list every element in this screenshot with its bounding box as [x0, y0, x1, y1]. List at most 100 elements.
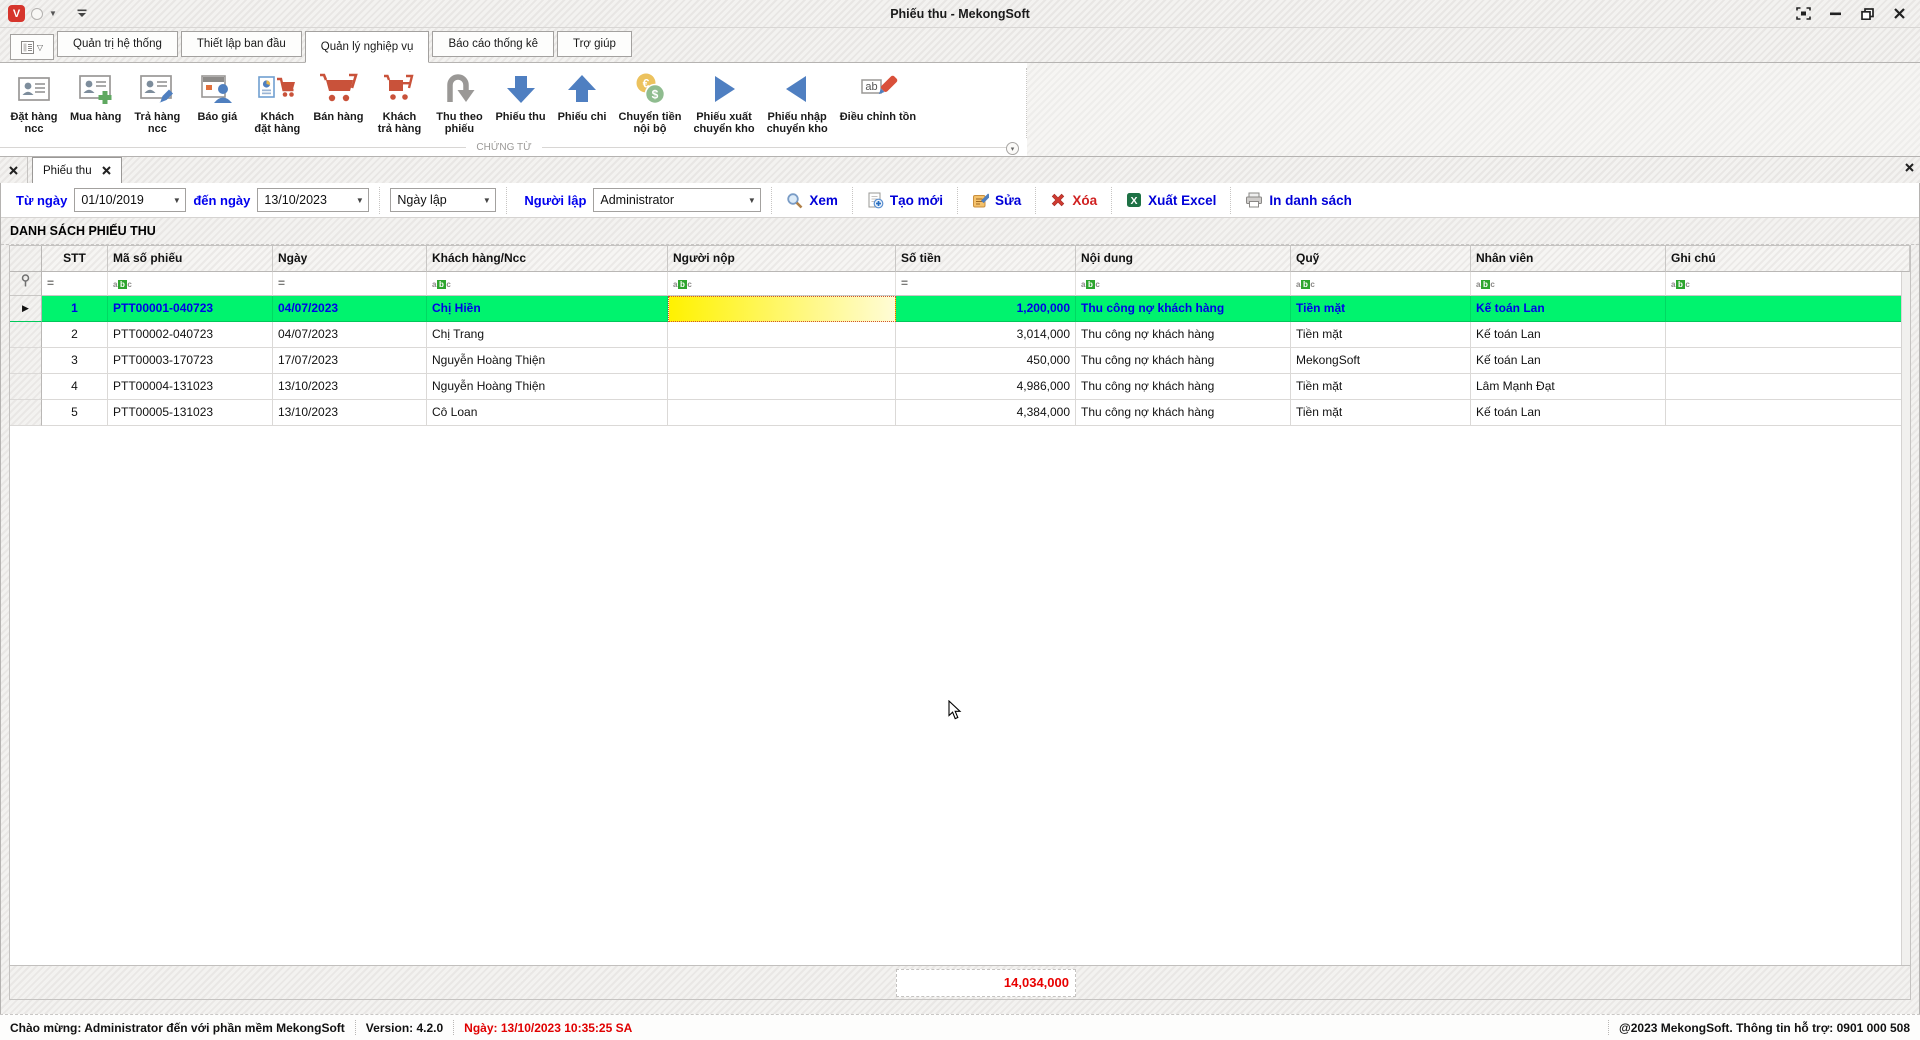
- menu-tab-4[interactable]: Báo cáo thống kê: [432, 31, 554, 57]
- action-button-6[interactable]: In danh sách: [1241, 192, 1356, 208]
- ribbon-item-2[interactable]: Mua hàng: [64, 66, 127, 124]
- cell-stt[interactable]: 4: [42, 374, 108, 400]
- cell-nguoi_nop[interactable]: [668, 400, 896, 426]
- action-button-3[interactable]: Sửa: [968, 192, 1025, 209]
- dropdown-arrow-icon[interactable]: ▼: [351, 196, 368, 205]
- cell-ngay[interactable]: 13/10/2023: [273, 374, 427, 400]
- cell-ma_so_phieu[interactable]: PTT00004-131023: [108, 374, 273, 400]
- close-button[interactable]: [1888, 4, 1910, 24]
- filter-cell-ghi_chu[interactable]: abc: [1666, 272, 1910, 296]
- dropdown-arrow-icon[interactable]: ▼: [478, 196, 495, 205]
- cell-khach_hang[interactable]: Nguyễn Hoàng Thiện: [427, 374, 668, 400]
- cell-quy[interactable]: Tiền mặt: [1291, 400, 1471, 426]
- column-header-khach_hang[interactable]: Khách hàng/Ncc: [427, 246, 668, 272]
- cell-noi_dung[interactable]: Thu công nợ khách hàng: [1076, 322, 1291, 348]
- column-header-nguoi_nop[interactable]: Người nộp: [668, 246, 896, 272]
- fit-screen-button[interactable]: [1792, 4, 1814, 24]
- cell-nhan_vien[interactable]: Kế toán Lan: [1471, 296, 1666, 322]
- cell-nhan_vien[interactable]: Lâm Mạnh Đạt: [1471, 374, 1666, 400]
- cell-ghi_chu[interactable]: [1666, 400, 1910, 426]
- app-logo-icon[interactable]: V: [8, 5, 25, 22]
- cell-quy[interactable]: Tiền mặt: [1291, 374, 1471, 400]
- cell-so_tien[interactable]: 4,384,000: [896, 400, 1076, 426]
- dropdown-arrow-icon[interactable]: ▼: [743, 196, 760, 205]
- cell-nhan_vien[interactable]: Kế toán Lan: [1471, 322, 1666, 348]
- table-row-2[interactable]: 2PTT00002-04072304/07/2023Chị Trang3,014…: [10, 322, 1910, 348]
- cell-noi_dung[interactable]: Thu công nợ khách hàng: [1076, 296, 1291, 322]
- ribbon-menu-button[interactable]: ▽: [10, 34, 54, 60]
- cell-noi_dung[interactable]: Thu công nợ khách hàng: [1076, 374, 1291, 400]
- cell-so_tien[interactable]: 3,014,000: [896, 322, 1076, 348]
- cell-nhan_vien[interactable]: Kế toán Lan: [1471, 348, 1666, 374]
- action-button-5[interactable]: XXuất Excel: [1122, 192, 1220, 208]
- ribbon-item-5[interactable]: Khách đặt hàng: [247, 66, 307, 136]
- close-panel-button[interactable]: [1905, 161, 1914, 175]
- focused-edit-cell[interactable]: [668, 296, 896, 322]
- cell-ngay[interactable]: 13/10/2023: [273, 400, 427, 426]
- filter-cell-nhan_vien[interactable]: abc: [1471, 272, 1666, 296]
- creator-select[interactable]: Administrator▼: [593, 188, 761, 212]
- cell-nguoi_nop[interactable]: [668, 348, 896, 374]
- ribbon-group-options-button[interactable]: ▾: [1006, 142, 1019, 155]
- cell-khach_hang[interactable]: Chị Hiền: [427, 296, 668, 322]
- filter-cell-quy[interactable]: abc: [1291, 272, 1471, 296]
- cell-ghi_chu[interactable]: [1666, 322, 1910, 348]
- cell-ma_so_phieu[interactable]: PTT00001-040723: [108, 296, 273, 322]
- menu-tab-3[interactable]: Quản lý nghiệp vụ: [305, 31, 430, 63]
- cell-khach_hang[interactable]: Nguyễn Hoàng Thiện: [427, 348, 668, 374]
- ribbon-item-12[interactable]: Phiếu xuất chuyển kho: [687, 66, 760, 136]
- cell-ghi_chu[interactable]: [1666, 296, 1910, 322]
- cell-so_tien[interactable]: 4,986,000: [896, 374, 1076, 400]
- menu-tab-2[interactable]: Thiết lập ban đầu: [181, 31, 302, 57]
- ribbon-item-4[interactable]: Báo giá: [187, 66, 247, 124]
- ribbon-item-9[interactable]: Phiếu thu: [489, 66, 551, 124]
- cell-ngay[interactable]: 17/07/2023: [273, 348, 427, 374]
- close-all-tabs-button[interactable]: [0, 157, 28, 183]
- caret-down-icon[interactable]: ▼: [49, 9, 57, 18]
- column-header-ma_so_phieu[interactable]: Mã số phiếu: [108, 246, 273, 272]
- ribbon-item-8[interactable]: Thu theo phiếu: [429, 66, 489, 136]
- cell-noi_dung[interactable]: Thu công nợ khách hàng: [1076, 348, 1291, 374]
- cell-noi_dung[interactable]: Thu công nợ khách hàng: [1076, 400, 1291, 426]
- cell-ngay[interactable]: 04/07/2023: [273, 296, 427, 322]
- cell-so_tien[interactable]: 450,000: [896, 348, 1076, 374]
- vertical-scrollbar[interactable]: [1901, 272, 1910, 965]
- cell-khach_hang[interactable]: Chị Trang: [427, 322, 668, 348]
- action-button-2[interactable]: Tạo mới: [863, 192, 947, 209]
- cell-nguoi_nop[interactable]: [668, 322, 896, 348]
- ribbon-item-11[interactable]: €$Chuyển tiền nội bộ: [612, 66, 687, 136]
- restore-button[interactable]: [1856, 4, 1878, 24]
- from-date-input[interactable]: 01/10/2019▼: [74, 188, 186, 212]
- menu-tab-5[interactable]: Trợ giúp: [557, 31, 632, 57]
- cell-quy[interactable]: Tiền mặt: [1291, 296, 1471, 322]
- dropdown-arrow-icon[interactable]: ▼: [168, 196, 185, 205]
- filter-cell-nguoi_nop[interactable]: abc: [668, 272, 896, 296]
- filter-cell-noi_dung[interactable]: abc: [1076, 272, 1291, 296]
- filter-cell-khach_hang[interactable]: abc: [427, 272, 668, 296]
- filter-cell-ngay[interactable]: =: [273, 272, 427, 296]
- toolbar-customize-icon[interactable]: [77, 9, 87, 18]
- delete-button[interactable]: Xóa: [1046, 192, 1101, 208]
- ribbon-item-3[interactable]: Trả hàng ncc: [127, 66, 187, 136]
- cell-ma_so_phieu[interactable]: PTT00003-170723: [108, 348, 273, 374]
- cell-ma_so_phieu[interactable]: PTT00005-131023: [108, 400, 273, 426]
- cell-ngay[interactable]: 04/07/2023: [273, 322, 427, 348]
- minimize-button[interactable]: [1824, 4, 1846, 24]
- table-row-5[interactable]: 5PTT00005-13102313/10/2023Cô Loan4,384,0…: [10, 400, 1910, 426]
- quick-access-button[interactable]: [31, 8, 43, 20]
- cell-nguoi_nop[interactable]: [668, 374, 896, 400]
- filter-cell-so_tien[interactable]: =: [896, 272, 1076, 296]
- column-header-noi_dung[interactable]: Nội dung: [1076, 246, 1291, 272]
- ribbon-item-13[interactable]: Phiếu nhập chuyển kho: [761, 66, 834, 136]
- date-type-select[interactable]: Ngày lập▼: [390, 188, 496, 212]
- ribbon-item-10[interactable]: Phiếu chi: [552, 66, 613, 124]
- close-tab-icon[interactable]: [102, 166, 111, 175]
- ribbon-item-6[interactable]: Bán hàng: [307, 66, 369, 124]
- table-row-4[interactable]: 4PTT00004-13102313/10/2023Nguyễn Hoàng T…: [10, 374, 1910, 400]
- cell-ghi_chu[interactable]: [1666, 374, 1910, 400]
- filter-cell-stt[interactable]: =: [42, 272, 108, 296]
- cell-stt[interactable]: 1: [42, 296, 108, 322]
- table-row-3[interactable]: 3PTT00003-17072317/07/2023Nguyễn Hoàng T…: [10, 348, 1910, 374]
- cell-nhan_vien[interactable]: Kế toán Lan: [1471, 400, 1666, 426]
- column-header-quy[interactable]: Quỹ: [1291, 246, 1471, 272]
